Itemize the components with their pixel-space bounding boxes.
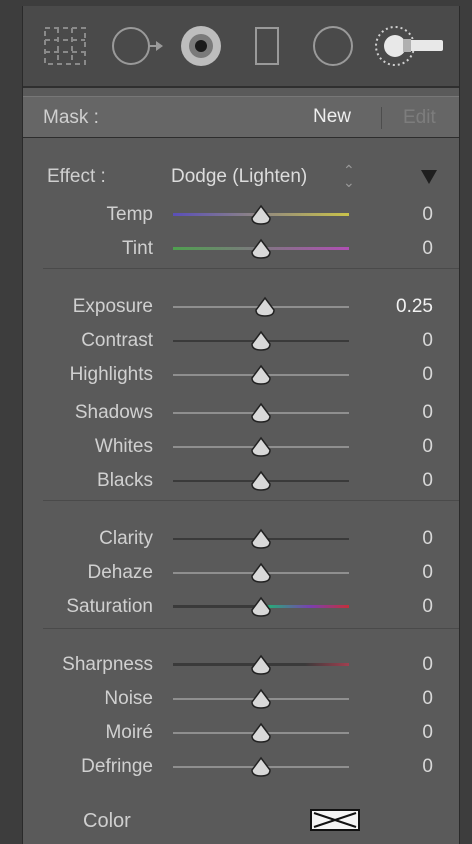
graduated-filter-icon[interactable] [241, 22, 293, 70]
sharpness-row: Sharpness 0 [23, 650, 459, 680]
exposure-label: Exposure [72, 296, 153, 317]
section-divider [43, 500, 459, 501]
defringe-value[interactable]: 0 [422, 756, 433, 778]
whites-row: Whites 0 [23, 432, 459, 462]
exposure-row: Exposure 0.25 [23, 292, 459, 322]
saturation-slider-handle[interactable] [250, 596, 272, 618]
defringe-row: Defringe 0 [23, 752, 459, 782]
clarity-label: Clarity [99, 528, 153, 549]
panel-collapse-icon[interactable] [421, 170, 437, 184]
crop-icon[interactable] [37, 22, 93, 70]
sharpness-label: Sharpness [62, 654, 153, 675]
sharpness-value[interactable]: 0 [422, 654, 433, 676]
moir-value[interactable]: 0 [422, 722, 433, 744]
tint-label: Tint [122, 238, 153, 259]
highlights-slider-handle[interactable] [250, 364, 272, 386]
defringe-slider-handle[interactable] [250, 756, 272, 778]
mask-separator [381, 107, 382, 129]
whites-label: Whites [94, 436, 153, 457]
adjustment-brush-icon[interactable] [373, 22, 449, 70]
blacks-label: Blacks [97, 470, 153, 491]
develop-panel: Mask : New Edit Effect : Dodge (Lighten)… [22, 6, 460, 844]
highlights-value[interactable]: 0 [422, 364, 433, 386]
moir-slider-handle[interactable] [250, 722, 272, 744]
moir-label: Moiré [105, 722, 153, 743]
blacks-slider-handle[interactable] [250, 470, 272, 492]
new-mask-button[interactable]: New [313, 106, 351, 128]
color-swatch[interactable] [310, 809, 360, 831]
effect-stepper-icon[interactable]: ⌃ ⌄ [343, 163, 355, 189]
shadows-slider-handle[interactable] [250, 402, 272, 424]
dehaze-value[interactable]: 0 [422, 562, 433, 584]
clarity-row: Clarity 0 [23, 524, 459, 554]
effect-preset-select[interactable]: Dodge (Lighten) [171, 166, 307, 188]
tint-row: Tint 0 [23, 234, 459, 264]
temp-slider-handle[interactable] [250, 204, 272, 226]
blacks-row: Blacks 0 [23, 466, 459, 496]
mask-label: Mask : [43, 107, 99, 128]
dehaze-label: Dehaze [87, 562, 154, 583]
temp-label: Temp [106, 204, 153, 225]
saturation-label: Saturation [66, 596, 153, 617]
tint-slider-handle[interactable] [250, 238, 272, 260]
dehaze-slider-handle[interactable] [250, 562, 272, 584]
contrast-label: Contrast [81, 330, 153, 351]
tint-value[interactable]: 0 [422, 238, 433, 260]
whites-slider-handle[interactable] [250, 436, 272, 458]
tool-strip [23, 6, 459, 88]
exposure-value[interactable]: 0.25 [396, 296, 433, 318]
sharpness-slider-handle[interactable] [250, 654, 272, 676]
edit-mask-button[interactable]: Edit [403, 107, 436, 129]
noise-row: Noise 0 [23, 684, 459, 714]
effect-row: Effect : Dodge (Lighten) ⌃ ⌄ [23, 163, 459, 194]
color-label: Color [83, 810, 131, 832]
defringe-label: Defringe [81, 756, 153, 777]
temp-row: Temp 0 [23, 200, 459, 230]
effect-label: Effect : [47, 166, 106, 187]
clarity-value[interactable]: 0 [422, 528, 433, 550]
section-divider [43, 628, 459, 629]
dehaze-row: Dehaze 0 [23, 558, 459, 588]
temp-value[interactable]: 0 [422, 204, 433, 226]
section-divider [43, 268, 459, 269]
color-row: Color [23, 806, 459, 836]
moir-row: Moiré 0 [23, 718, 459, 748]
contrast-value[interactable]: 0 [422, 330, 433, 352]
blacks-value[interactable]: 0 [422, 470, 433, 492]
whites-value[interactable]: 0 [422, 436, 433, 458]
saturation-row: Saturation 0 [23, 592, 459, 622]
red-eye-icon[interactable] [175, 22, 227, 70]
contrast-row: Contrast 0 [23, 326, 459, 356]
noise-value[interactable]: 0 [422, 688, 433, 710]
exposure-slider-handle[interactable] [254, 296, 276, 318]
mask-row: Mask : New Edit [23, 96, 459, 138]
contrast-slider-handle[interactable] [250, 330, 272, 352]
shadows-value[interactable]: 0 [422, 402, 433, 424]
no-color-icon [313, 812, 357, 828]
saturation-value[interactable]: 0 [422, 596, 433, 618]
shadows-label: Shadows [74, 402, 153, 423]
clarity-slider-handle[interactable] [250, 528, 272, 550]
highlights-label: Highlights [69, 364, 153, 385]
noise-slider-handle[interactable] [250, 688, 272, 710]
noise-label: Noise [104, 688, 153, 709]
highlights-row: Highlights 0 [23, 360, 459, 390]
spot-removal-icon[interactable] [109, 22, 165, 70]
radial-filter-icon[interactable] [307, 22, 359, 70]
shadows-row: Shadows 0 [23, 398, 459, 428]
